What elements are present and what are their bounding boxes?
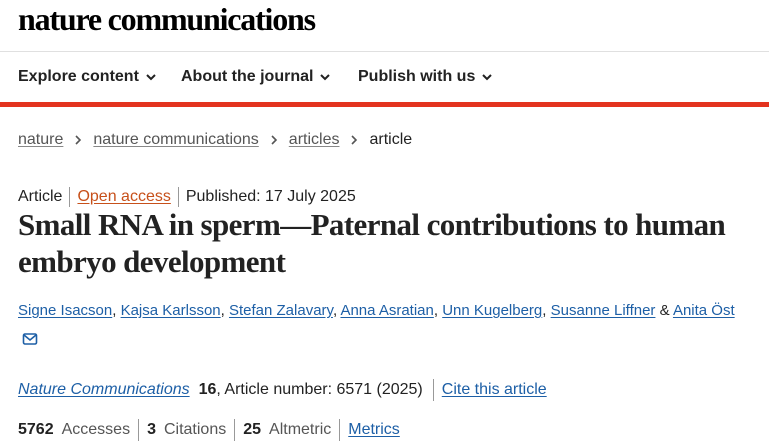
breadcrumb-current: article xyxy=(369,131,413,148)
author-link[interactable]: Stefan Zalavary xyxy=(229,302,333,319)
accesses-count: 5762 xyxy=(18,421,54,438)
chevron-right-icon xyxy=(75,135,82,145)
altmetric-count: 25 xyxy=(243,421,262,438)
breadcrumb: nature nature communications articles ar… xyxy=(18,131,412,149)
nav-publish-with-us[interactable]: Publish with us xyxy=(358,68,493,86)
main-nav: Explore content About the journal Publis… xyxy=(0,51,769,106)
author-list: Signe Isacson, Kajsa Karlsson, Stefan Za… xyxy=(18,302,735,319)
metrics-row: 5762 Accesses 3 Citations 25 Altmetric M… xyxy=(18,419,400,441)
email-icon[interactable] xyxy=(22,331,38,347)
citations-count: 3 xyxy=(147,421,156,438)
article-type: Article xyxy=(18,188,63,205)
citations-label: Citations xyxy=(163,421,227,438)
breadcrumb-nature[interactable]: nature xyxy=(18,131,63,149)
metrics-link[interactable]: Metrics xyxy=(348,421,400,439)
divider xyxy=(432,379,434,401)
open-access-link[interactable]: Open access xyxy=(77,188,170,206)
author-link[interactable]: Anita Öst xyxy=(673,302,735,319)
author-link[interactable]: Signe Isacson xyxy=(18,302,112,319)
article-title: Small RNA in sperm—Paternal contribution… xyxy=(18,207,726,279)
divider xyxy=(69,187,71,207)
article-number: , Article number: 6571 (2025) xyxy=(216,381,423,398)
divider xyxy=(177,187,179,207)
published-date: Published: 17 July 2025 xyxy=(185,188,356,205)
article-meta: Article Open access Published: 17 July 2… xyxy=(18,187,356,207)
site-logo[interactable]: nature communications xyxy=(18,0,316,38)
author-separator: , xyxy=(112,302,121,319)
chevron-right-icon xyxy=(271,135,277,145)
volume: 16 xyxy=(198,381,217,398)
breadcrumb-articles[interactable]: articles xyxy=(289,131,340,149)
divider xyxy=(339,419,341,441)
breadcrumb-nature-communications[interactable]: nature communications xyxy=(93,131,258,149)
divider xyxy=(234,419,236,441)
author-separator: , xyxy=(220,302,229,319)
altmetric-label: Altmetric xyxy=(269,421,332,438)
chevron-down-icon xyxy=(320,74,331,81)
chevron-right-icon xyxy=(351,135,358,145)
cite-this-article-link[interactable]: Cite this article xyxy=(442,381,547,399)
citation-row: Nature Communications 16 , Article numbe… xyxy=(18,379,547,401)
chevron-down-icon xyxy=(482,74,493,81)
author-separator: , xyxy=(433,302,443,319)
nav-item-label: About the journal xyxy=(181,68,314,85)
author-link[interactable]: Kajsa Karlsson xyxy=(121,302,221,319)
nav-item-label: Publish with us xyxy=(358,68,476,85)
author-link[interactable]: Unn Kugelberg xyxy=(442,302,542,319)
divider xyxy=(138,419,140,441)
chevron-down-icon xyxy=(146,74,156,81)
accent-bar xyxy=(0,102,769,107)
nav-explore-content[interactable]: Explore content xyxy=(18,68,157,86)
nav-about-journal[interactable]: About the journal xyxy=(181,68,331,86)
accesses-label: Accesses xyxy=(61,421,131,438)
author-separator: & xyxy=(655,302,673,319)
author-link[interactable]: Susanne Liffner xyxy=(551,302,656,319)
journal-link[interactable]: Nature Communications xyxy=(18,381,190,399)
author-separator: , xyxy=(542,302,551,319)
nav-item-label: Explore content xyxy=(18,68,139,85)
author-link[interactable]: Anna Asratian xyxy=(340,302,433,319)
